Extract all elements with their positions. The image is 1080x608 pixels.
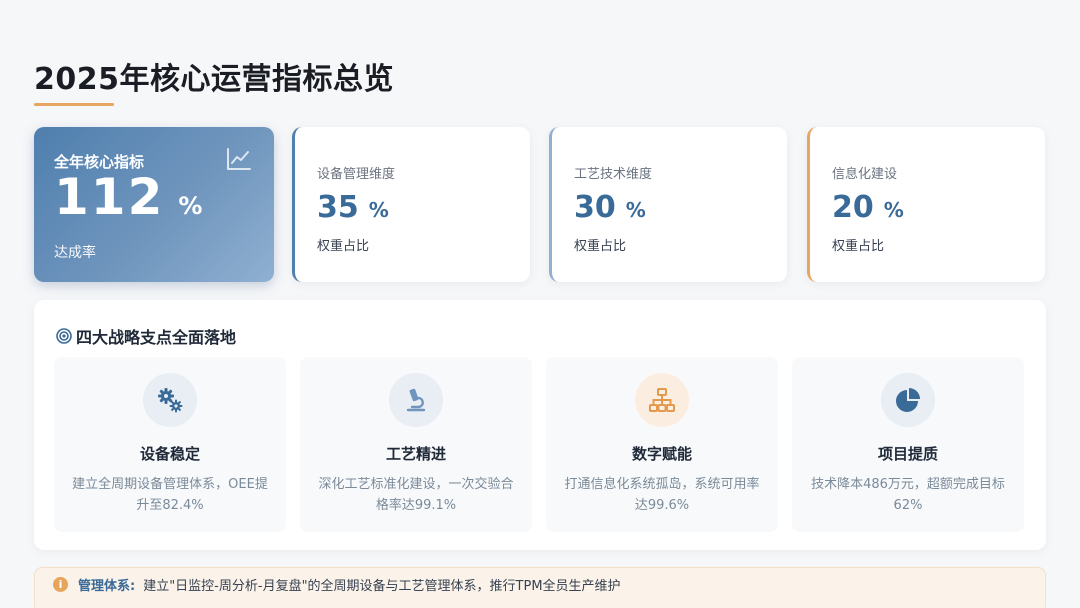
kpi-card-sub: 权重占比 <box>317 239 370 254</box>
page-title: 2025年核心运营指标总览 <box>34 62 394 97</box>
management-system-bar: i 管理体系: 建立"日监控-周分析-月复盘"的全周期设备与工艺管理体系，推行T… <box>34 567 1046 608</box>
target-icon <box>56 328 72 344</box>
bottom-bar-label: 管理体系: <box>78 578 136 594</box>
pillar-name: 工艺精进 <box>385 445 446 463</box>
pillar-process: 工艺精进 深化工艺标准化建设，一次交验合格率达99.1% <box>300 357 532 532</box>
strategy-panel: 四大战略支点全面落地 设备稳定 建立全周期设备管理体系，OEE提升至82.4% <box>34 300 1046 550</box>
title-underline <box>34 103 114 106</box>
pillar-desc: 建立全周期设备管理体系，OEE提升至82.4% <box>72 477 268 513</box>
pillar-project: 项目提质 技术降本486万元，超额完成目标62% <box>792 357 1024 532</box>
kpi-main-unit: % <box>178 192 203 220</box>
kpi-card-value: 30 <box>574 190 616 225</box>
pie-chart-icon <box>896 388 920 412</box>
pillar-desc: 打通信息化系统孤岛，系统可用率达99.6% <box>564 477 760 513</box>
pillar-name: 数字赋能 <box>631 445 692 463</box>
kpi-card-sub: 权重占比 <box>574 239 627 254</box>
pillar-desc: 深化工艺标准化建设，一次交验合格率达99.1% <box>318 477 514 513</box>
kpi-card-label: 设备管理维度 <box>317 167 396 182</box>
kpi-main-value: 112 <box>54 168 165 226</box>
kpi-card-unit: % <box>883 198 904 222</box>
kpi-card-value: 35 <box>317 190 359 225</box>
kpi-card-label: 信息化建设 <box>832 167 898 182</box>
strategy-title: 四大战略支点全面落地 <box>76 328 237 347</box>
pillar-name: 设备稳定 <box>139 445 200 463</box>
network-icon <box>649 388 675 412</box>
kpi-card-label: 工艺技术维度 <box>574 167 653 182</box>
microscope-icon <box>406 388 426 412</box>
kpi-card-process: 工艺技术维度 30 % 权重占比 <box>549 127 787 282</box>
trend-chart-icon <box>227 148 251 170</box>
pillar-name: 项目提质 <box>877 445 938 463</box>
kpi-card-equipment: 设备管理维度 35 % 权重占比 <box>292 127 530 282</box>
pillar-digital: 数字赋能 打通信息化系统孤岛，系统可用率达99.6% <box>546 357 778 532</box>
kpi-card-value: 20 <box>832 190 874 225</box>
kpi-card-sub: 权重占比 <box>832 239 885 254</box>
info-icon: i <box>53 576 68 592</box>
kpi-card-unit: % <box>368 198 389 222</box>
gears-icon <box>158 388 183 413</box>
kpi-card-unit: % <box>625 198 646 222</box>
bottom-bar-text: 建立"日监控-周分析-月复盘"的全周期设备与工艺管理体系，推行TPM全员生产维护 <box>143 578 621 594</box>
pillar-equipment: 设备稳定 建立全周期设备管理体系，OEE提升至82.4% <box>54 357 286 532</box>
pillar-desc: 技术降本486万元，超额完成目标62% <box>811 477 1005 513</box>
kpi-main-sub: 达成率 <box>54 245 96 261</box>
kpi-card-it: 信息化建设 20 % 权重占比 <box>807 127 1045 282</box>
kpi-main-card: 全年核心指标 112 % 达成率 <box>34 127 274 282</box>
